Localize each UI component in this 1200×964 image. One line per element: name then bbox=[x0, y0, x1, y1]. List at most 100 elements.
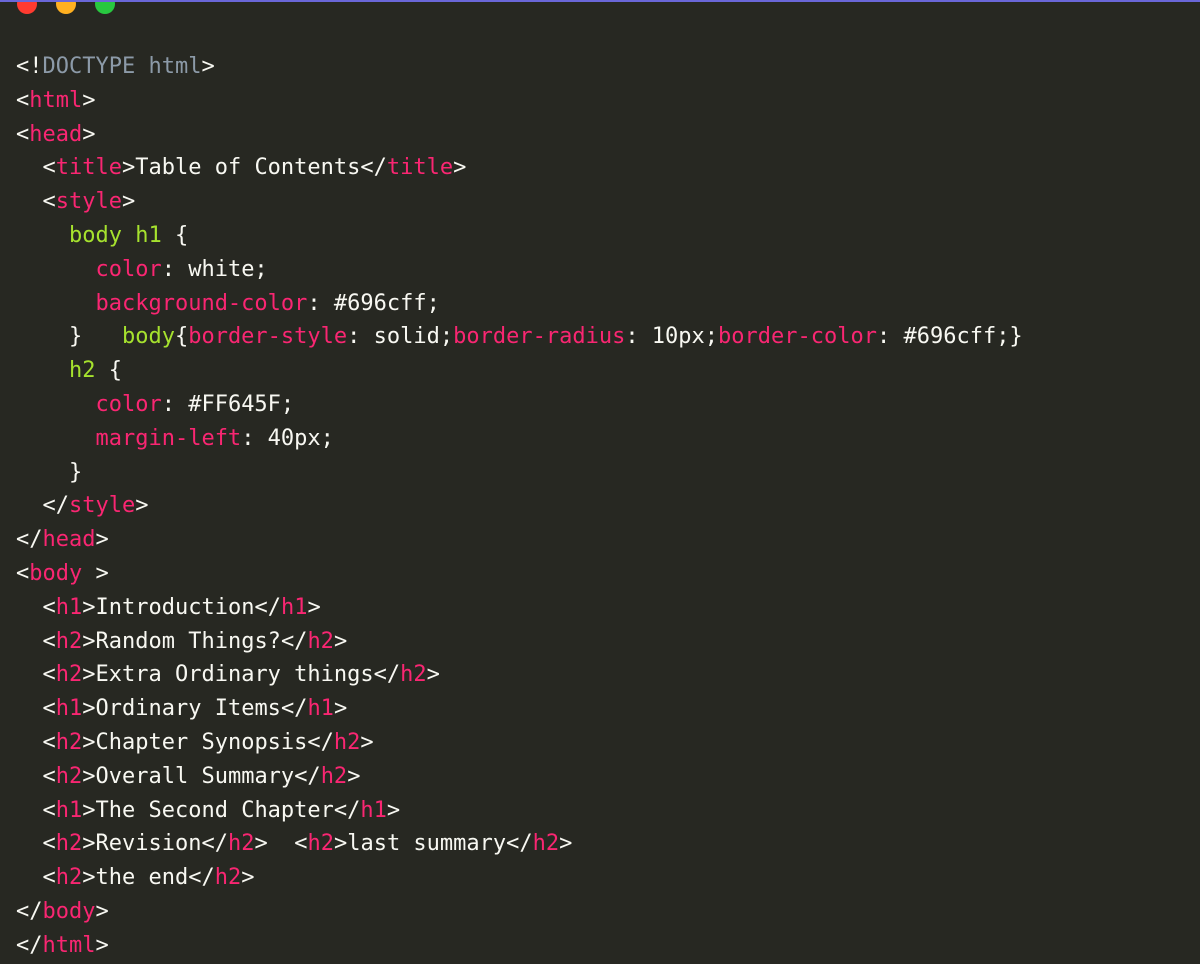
code-token: head bbox=[42, 527, 96, 553]
code-line: } body{border-style: solid;border-radius… bbox=[16, 320, 1023, 354]
code-token: </ bbox=[307, 729, 334, 755]
code-token: </ bbox=[16, 527, 43, 553]
code-line: </html> bbox=[16, 929, 1023, 963]
window-controls bbox=[17, 2, 115, 14]
code-token: > bbox=[333, 628, 348, 654]
code-line: body h1 { bbox=[16, 219, 1023, 253]
code-token: h2 bbox=[55, 729, 83, 755]
code-token: </ bbox=[16, 493, 69, 519]
code-token: color bbox=[95, 256, 162, 282]
code-line: <h2>Extra Ordinary things</h2> bbox=[16, 658, 1023, 692]
code-line: <!DOCTYPE html> bbox=[16, 50, 1023, 84]
code-token: Overall Summary bbox=[95, 763, 295, 789]
code-token: h2 bbox=[400, 662, 427, 688]
code-token: : #696cff;} bbox=[876, 324, 1023, 350]
code-token: : #FF645F; bbox=[161, 391, 295, 417]
code-token: body h1 bbox=[68, 222, 162, 248]
code-token: { bbox=[95, 358, 122, 384]
code-line: color: #FF645F; bbox=[16, 388, 1023, 422]
close-button[interactable] bbox=[17, 2, 37, 14]
code-token: } bbox=[16, 459, 83, 485]
code-token: DOCTYPE html bbox=[42, 54, 202, 79]
code-token: > bbox=[333, 696, 348, 722]
code-token: Revision bbox=[95, 831, 202, 857]
code-token: last summary bbox=[347, 831, 507, 857]
code-token: < bbox=[16, 763, 56, 789]
code-token: <! bbox=[16, 54, 43, 79]
code-token: > bbox=[347, 763, 361, 789]
code-token: > bbox=[121, 155, 136, 181]
code-token: < bbox=[16, 87, 30, 113]
code-block: <!DOCTYPE html> <html> <head> <title>Table… bbox=[16, 50, 1023, 963]
code-token: h1 bbox=[55, 594, 83, 620]
code-line: <h1>The Second Chapter</h1> bbox=[16, 794, 1023, 828]
code-token: h1 bbox=[280, 594, 308, 620]
code-token: h2 bbox=[214, 865, 242, 891]
code-token: html bbox=[29, 87, 83, 113]
code-token: Chapter Synopsis bbox=[95, 729, 308, 755]
code-token: h2 bbox=[68, 358, 96, 384]
code-line: <title>Table of Contents</title> bbox=[16, 151, 1023, 185]
code-token: > < bbox=[254, 831, 308, 857]
code-line: <h2>Revision</h2> <h2>last summary</h2> bbox=[16, 827, 1023, 861]
code-token: </ bbox=[506, 831, 533, 857]
code-token: h2 bbox=[55, 763, 83, 789]
code-token: </ bbox=[16, 898, 43, 924]
code-window: <!DOCTYPE html> <html> <head> <title>Table… bbox=[0, 0, 1200, 964]
code-token: > bbox=[82, 594, 96, 620]
code-line: <h1>Introduction</h1> bbox=[16, 591, 1023, 625]
code-token: < bbox=[16, 662, 56, 688]
code-token: < bbox=[16, 797, 56, 823]
code-line: <h2>the end</h2> bbox=[16, 861, 1023, 895]
code-line: <html> bbox=[16, 84, 1023, 118]
code-line: margin-left: 40px; bbox=[16, 422, 1023, 456]
maximize-button[interactable] bbox=[95, 2, 115, 14]
code-token: </ bbox=[201, 831, 228, 857]
code-token: > bbox=[559, 831, 573, 857]
code-token: : 40px; bbox=[241, 425, 334, 451]
code-token: > bbox=[82, 560, 109, 586]
code-token: : 10px; bbox=[625, 324, 719, 350]
code-token: h2 bbox=[307, 831, 334, 857]
minimize-button[interactable] bbox=[56, 2, 76, 14]
code-token: < bbox=[16, 865, 56, 891]
code-token: h2 bbox=[307, 628, 334, 654]
code-token: > bbox=[82, 662, 96, 688]
code-token: </ bbox=[280, 696, 308, 722]
code-token: > bbox=[95, 527, 109, 553]
code-token: title bbox=[386, 155, 454, 181]
code-token: </ bbox=[16, 932, 43, 958]
code-token: > bbox=[241, 865, 255, 891]
code-token: border-radius bbox=[453, 324, 626, 350]
code-line: <h1>Ordinary Items</h1> bbox=[16, 692, 1023, 726]
code-token: html bbox=[42, 932, 96, 958]
code-token: > bbox=[135, 493, 149, 519]
code-token: border-color bbox=[718, 324, 877, 350]
code-token: style bbox=[68, 493, 136, 519]
code-token: body bbox=[121, 324, 175, 350]
code-token: < bbox=[16, 189, 56, 215]
code-token: { bbox=[174, 324, 189, 350]
code-token: The Second Chapter bbox=[95, 797, 334, 823]
code-token: Introduction bbox=[95, 594, 255, 620]
code-token: > bbox=[453, 155, 467, 181]
code-token: < bbox=[16, 594, 56, 620]
code-token: > bbox=[386, 797, 401, 823]
code-line: color: white; bbox=[16, 253, 1023, 287]
code-token: h1 bbox=[307, 696, 334, 722]
code-token: title bbox=[55, 155, 122, 181]
code-token: background-color bbox=[95, 290, 308, 316]
code-token: > bbox=[95, 898, 109, 924]
code-token: </ bbox=[373, 662, 401, 688]
code-token: : #696cff; bbox=[307, 290, 440, 316]
code-token: </ bbox=[294, 763, 321, 789]
code-token: head bbox=[29, 121, 83, 147]
code-token: > bbox=[333, 831, 348, 857]
code-token: < bbox=[16, 155, 56, 181]
code-token: h2 bbox=[55, 831, 83, 857]
code-token: h2 bbox=[320, 763, 348, 789]
code-token: h1 bbox=[360, 797, 387, 823]
